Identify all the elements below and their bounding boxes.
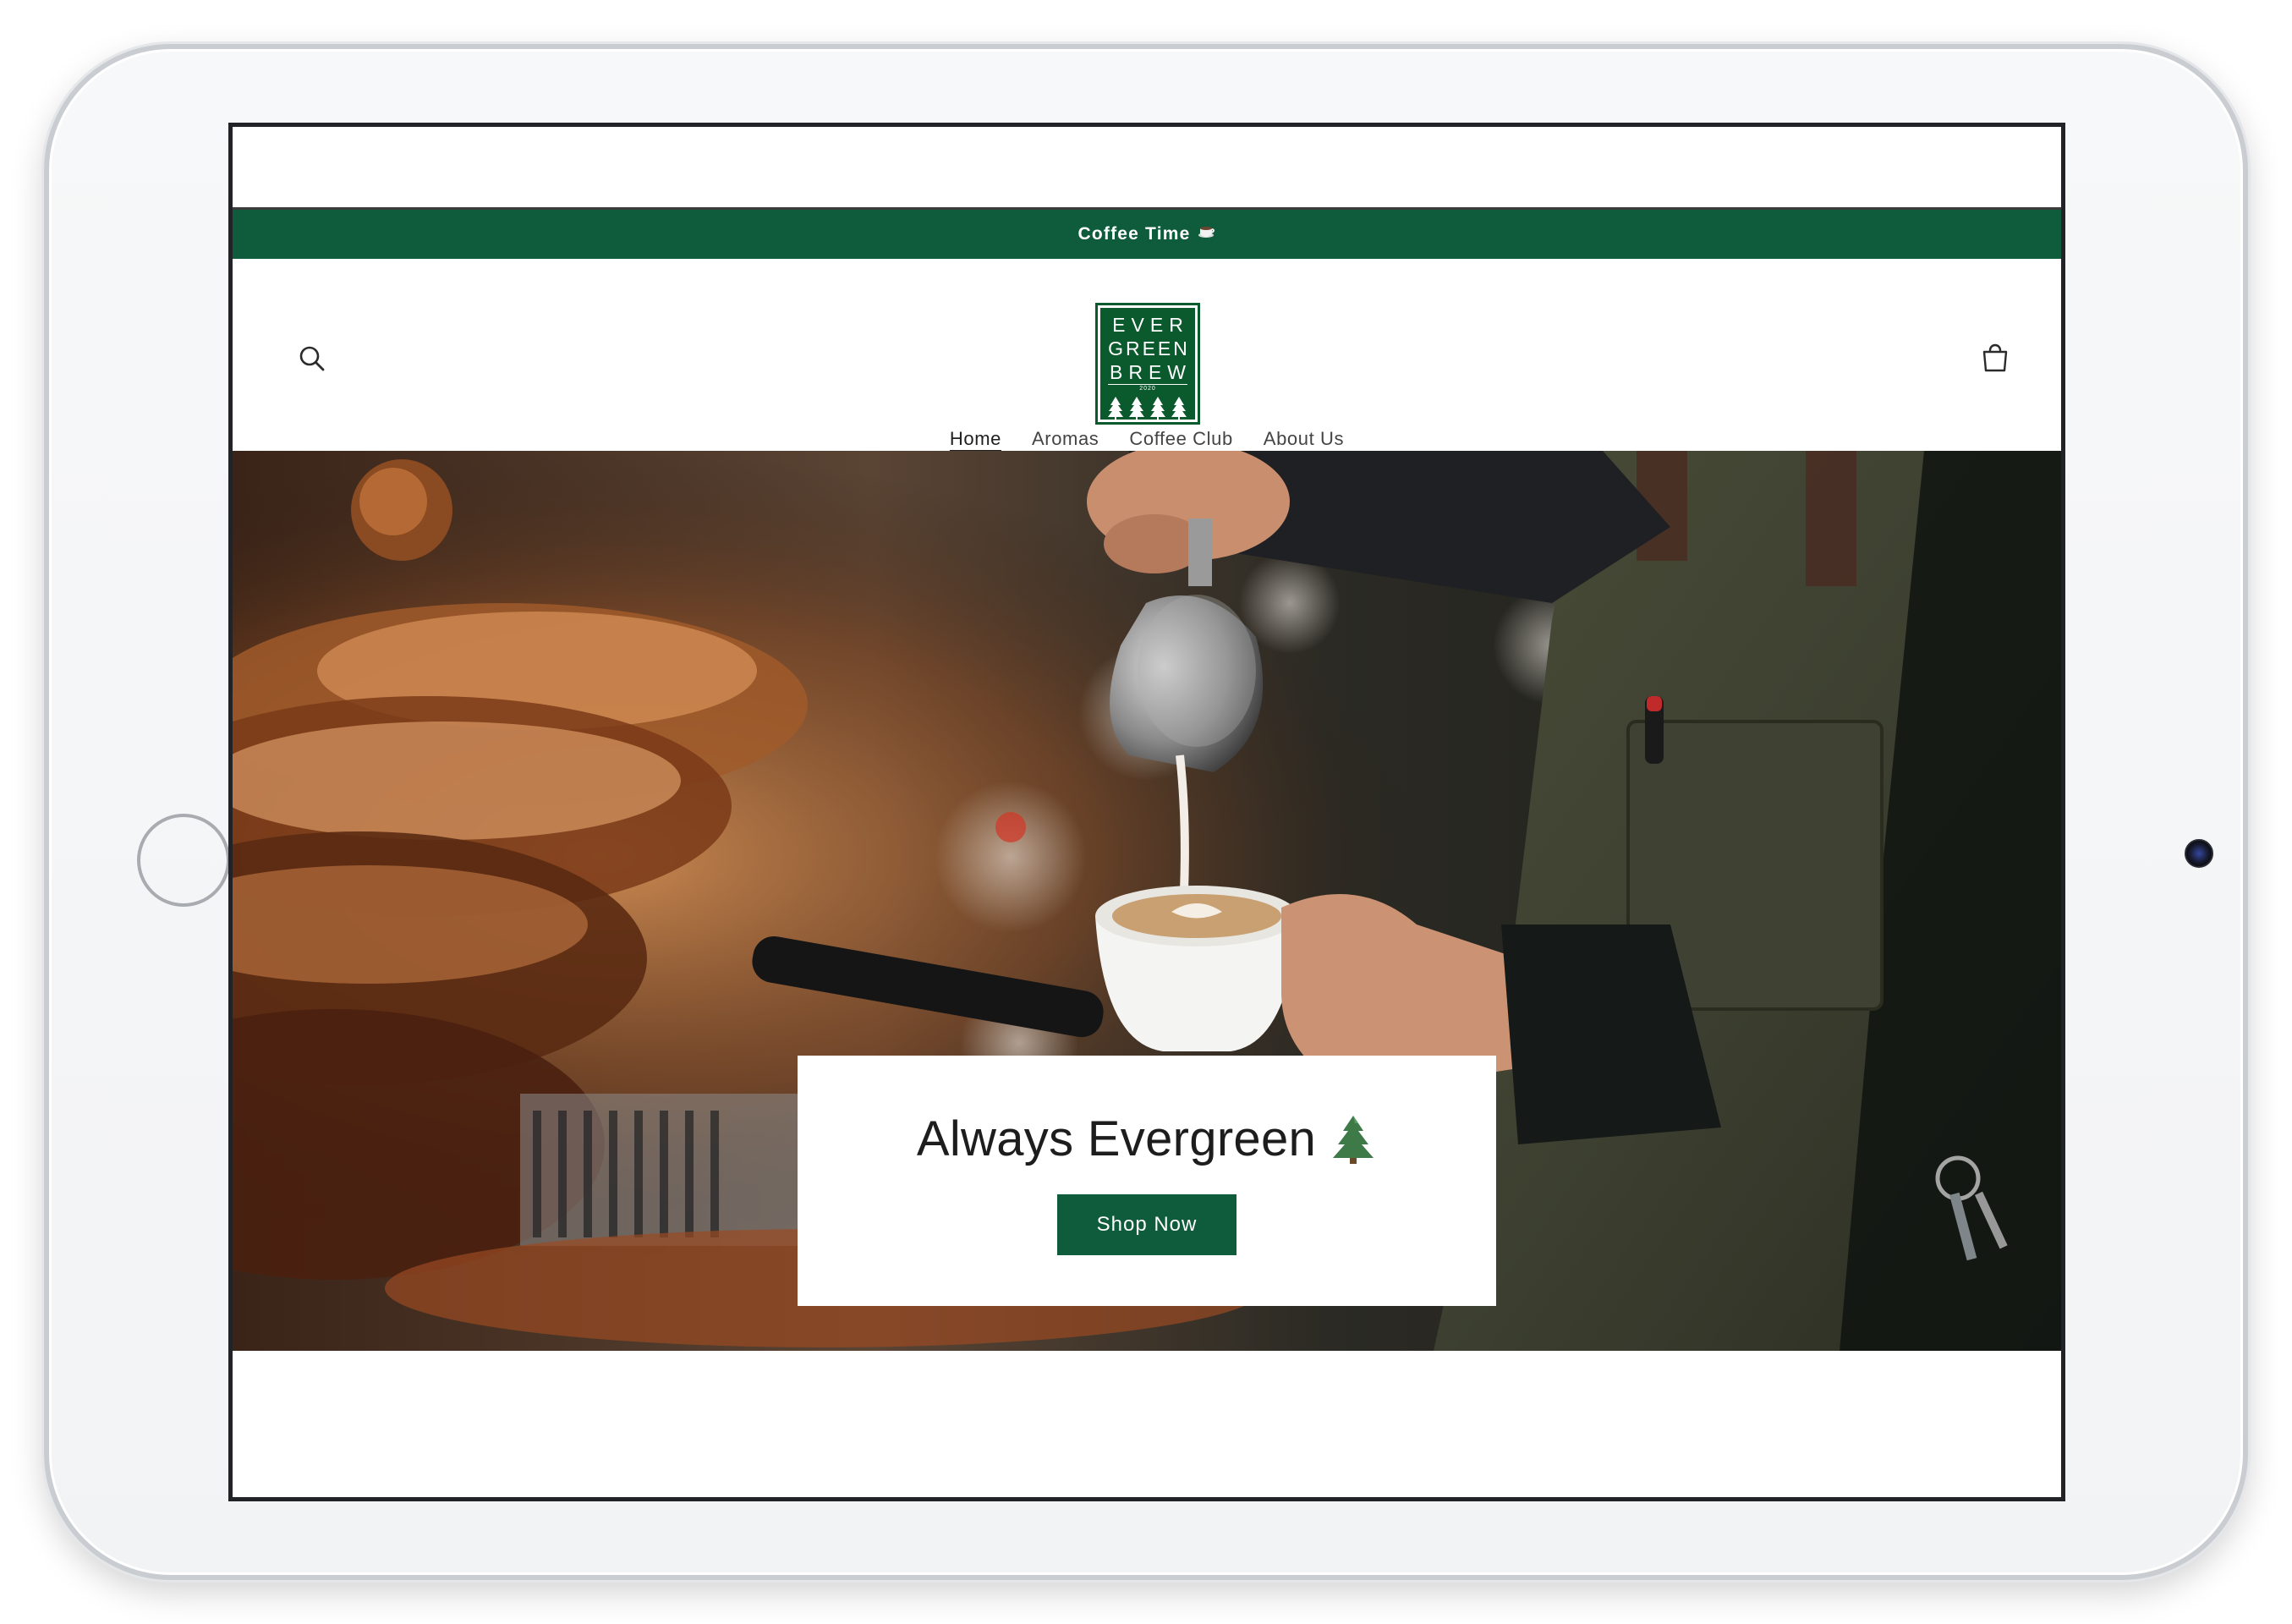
evergreen-tree-icon xyxy=(1330,1114,1377,1165)
bottom-blank-area xyxy=(233,1351,2061,1452)
shop-now-button[interactable]: Shop Now xyxy=(1057,1194,1236,1255)
logo-est: 2020 xyxy=(1108,384,1187,393)
main-navigation: Home Aromas Coffee Club About Us xyxy=(233,428,2061,450)
cart-button[interactable] xyxy=(1980,342,2010,374)
hero-banner: Always Evergreen Shop Now xyxy=(233,451,2061,1351)
logo-line-3: BREW xyxy=(1110,361,1192,383)
announcement-text: Coffee Time xyxy=(1077,224,1191,244)
front-camera xyxy=(2185,839,2213,868)
logo-trees-icon xyxy=(1098,395,1198,420)
nav-item-about-us[interactable]: About Us xyxy=(1248,428,1359,450)
evergreen-brew-logo[interactable]: EVER GREEN BREW 2020 xyxy=(1095,303,1200,425)
hero-heading: Always Evergreen xyxy=(917,1111,1377,1167)
coffee-cup-icon xyxy=(1198,224,1216,244)
nav-item-coffee-club[interactable]: Coffee Club xyxy=(1114,428,1247,450)
hero-card: Always Evergreen Shop Now xyxy=(798,1056,1496,1306)
nav-item-aromas[interactable]: Aromas xyxy=(1017,428,1114,450)
browser-viewport: Coffee Time EVER GREEN BREW 2020 Home Ar… xyxy=(228,123,2065,1501)
top-blank-area xyxy=(233,127,2061,210)
hero-title-text: Always Evergreen xyxy=(916,1111,1317,1166)
search-button[interactable] xyxy=(297,343,327,374)
home-button[interactable] xyxy=(137,814,230,907)
search-icon xyxy=(299,346,325,371)
cart-icon xyxy=(1982,343,2008,372)
nav-item-home[interactable]: Home xyxy=(935,428,1017,450)
announcement-bar: Coffee Time xyxy=(233,210,2061,259)
logo-line-2: GREEN xyxy=(1108,337,1190,359)
logo-line-1: EVER xyxy=(1112,314,1189,336)
site-header: EVER GREEN BREW 2020 Home Aromas Coffee … xyxy=(233,259,2061,450)
